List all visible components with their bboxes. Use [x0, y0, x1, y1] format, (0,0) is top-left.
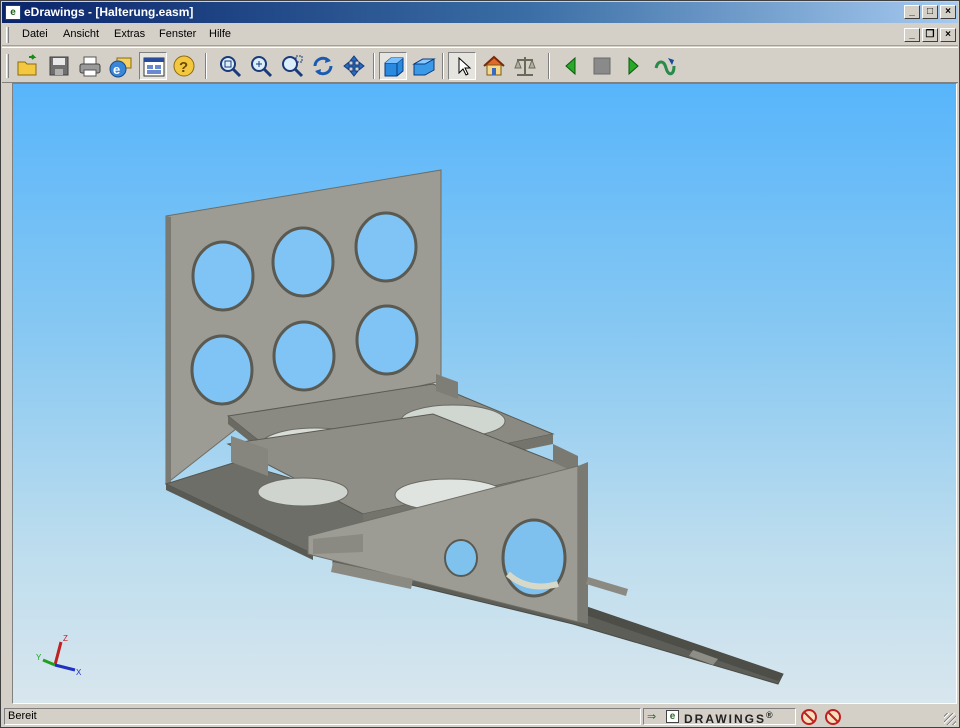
svg-text:?: ? [179, 59, 188, 76]
open-button[interactable] [14, 52, 42, 80]
stop-button[interactable] [588, 52, 616, 80]
send-email-button[interactable]: e [107, 52, 135, 80]
shaded-icon [384, 57, 404, 77]
no-measure-icon[interactable] [825, 709, 841, 725]
menu-ansicht[interactable]: Ansicht [63, 28, 99, 40]
zoom-fit-icon [220, 56, 242, 78]
y-axis-label: Y [36, 653, 42, 662]
axis-triad: Z Y X [36, 634, 82, 677]
menu-extras[interactable]: Extras [114, 28, 145, 40]
edrawings-brand-pane: ⇒ e DRAWINGS® [643, 708, 796, 726]
svg-text:e: e [113, 62, 120, 77]
toolbar-separator [373, 53, 375, 79]
zoom-icon [251, 56, 273, 78]
window-title: eDrawings - [Halterung.easm] [24, 5, 194, 19]
perspective-icon [412, 58, 436, 76]
continuous-play-button[interactable] [650, 52, 678, 80]
status-bar: Bereit ⇒ e DRAWINGS® [2, 706, 958, 727]
print-icon [79, 56, 101, 77]
model-viewport[interactable]: Z Y X [12, 83, 957, 704]
close-button[interactable]: × [940, 5, 956, 19]
stop-icon [593, 57, 611, 75]
menu-datei[interactable]: Datei [22, 28, 48, 40]
tiled-windows-button[interactable] [139, 52, 167, 80]
minimize-button[interactable]: _ [904, 5, 920, 19]
play-previous-button[interactable] [557, 52, 585, 80]
measure-icon [514, 57, 536, 76]
zoom-fit-button[interactable] [216, 52, 244, 80]
doc-close-button[interactable]: × [940, 28, 956, 42]
pan-icon [343, 55, 365, 77]
play-next-button[interactable] [619, 52, 647, 80]
send-email-icon: e [109, 57, 132, 78]
home-icon [483, 55, 505, 76]
edrawings-logo-icon: e [666, 710, 679, 723]
doc-restore-button[interactable]: ❐ [922, 28, 938, 42]
select-icon [458, 56, 472, 76]
brand-mark: ® [766, 710, 773, 720]
maximize-button[interactable]: □ [922, 5, 938, 19]
x-axis-line [54, 663, 76, 672]
halterung-3d-model[interactable] [13, 84, 956, 703]
z-axis-label: Z [63, 634, 68, 643]
shaded-button[interactable] [379, 52, 407, 80]
play-previous-icon [565, 56, 576, 76]
zoom-button[interactable] [247, 52, 275, 80]
tiled-windows-icon [143, 57, 165, 77]
open-icon [17, 54, 37, 76]
brand-label: DRAWINGS® [684, 710, 773, 726]
status-text: Bereit [4, 708, 641, 725]
rotate-icon [313, 56, 333, 76]
rotate-button[interactable] [309, 52, 337, 80]
help-icon: ? [173, 55, 195, 77]
title-bar[interactable]: e eDrawings - [Halterung.easm] _ □ × [2, 2, 958, 23]
resize-grip[interactable] [944, 713, 956, 725]
help-button[interactable]: ? [170, 52, 198, 80]
zoom-area-button[interactable] [278, 52, 306, 80]
toolbar: e ? [2, 47, 958, 83]
x-axis-label: X [76, 668, 82, 677]
toolbar-separator [548, 53, 550, 79]
menu-hilfe[interactable]: Hilfe [209, 28, 231, 40]
brand-text: DRAWINGS [684, 712, 766, 726]
application-window: e eDrawings - [Halterung.easm] _ □ × Dat… [0, 0, 960, 728]
toolbar-separator [442, 53, 444, 79]
pan-button[interactable] [340, 52, 368, 80]
menu-fenster[interactable]: Fenster [159, 28, 196, 40]
continuous-play-icon [654, 58, 676, 76]
toolbar-separator [205, 53, 207, 79]
measure-button[interactable] [511, 52, 539, 80]
menu-bar: Datei Ansicht Extras Fenster Hilfe _ ❐ × [2, 24, 958, 46]
select-button[interactable] [448, 52, 476, 80]
play-next-icon [628, 56, 639, 76]
doc-minimize-button[interactable]: _ [904, 28, 920, 42]
toolbar-grip[interactable] [6, 54, 9, 78]
y-axis-line [42, 658, 56, 667]
no-markup-icon[interactable] [801, 709, 817, 725]
print-button[interactable] [76, 52, 104, 80]
perspective-button[interactable] [410, 52, 438, 80]
arrow-icon: ⇒ [647, 711, 657, 723]
zoom-area-icon [282, 55, 304, 78]
edrawings-app-icon[interactable]: e [5, 5, 21, 20]
home-button[interactable] [480, 52, 508, 80]
save-icon [49, 56, 69, 76]
save-button[interactable] [45, 52, 73, 80]
menu-bar-grip[interactable] [6, 27, 9, 43]
z-axis-line [53, 641, 63, 666]
